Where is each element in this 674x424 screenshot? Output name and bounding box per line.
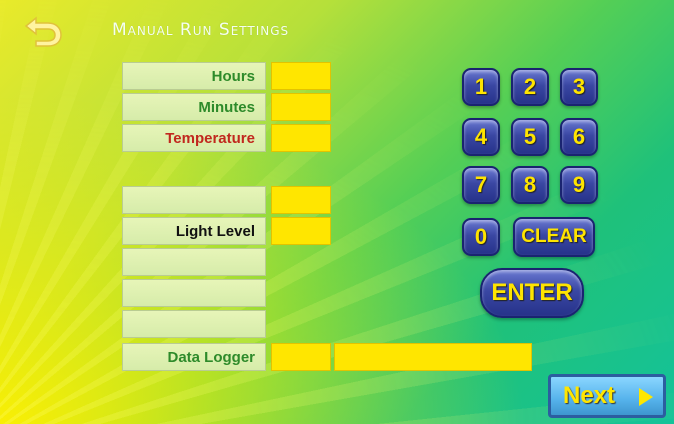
key-8-button[interactable]: 8 <box>511 166 549 204</box>
hours-field[interactable] <box>271 62 331 90</box>
data-logger-detail-field[interactable] <box>334 343 532 371</box>
enter-button[interactable]: ENTER <box>480 268 584 318</box>
temperature-field[interactable] <box>271 124 331 152</box>
key-3-button[interactable]: 3 <box>560 68 598 106</box>
next-label: Next <box>563 382 616 409</box>
temperature-label: Temperature <box>122 124 266 152</box>
page-title: Manual Run Settings <box>112 20 290 40</box>
data-logger-label: Data Logger <box>122 343 266 371</box>
key-9-button[interactable]: 9 <box>560 166 598 204</box>
light-level-field[interactable] <box>271 217 331 245</box>
clear-button[interactable]: CLEAR <box>513 217 595 257</box>
blank-label-row-1 <box>122 186 266 214</box>
hours-label: Hours <box>122 62 266 90</box>
play-arrow-icon <box>639 388 653 406</box>
data-logger-field[interactable] <box>271 343 331 371</box>
key-7-button[interactable]: 7 <box>462 166 500 204</box>
manual-run-settings-screen: Manual Run Settings Hours Minutes Temper… <box>0 0 674 424</box>
minutes-label: Minutes <box>122 93 266 121</box>
next-button[interactable]: Next <box>548 374 666 418</box>
minutes-field[interactable] <box>271 93 331 121</box>
key-1-button[interactable]: 1 <box>462 68 500 106</box>
key-0-button[interactable]: 0 <box>462 218 500 256</box>
blank-label-row-4 <box>122 310 266 338</box>
blank-label-row-3 <box>122 279 266 307</box>
key-4-button[interactable]: 4 <box>462 118 500 156</box>
blank-label-row-2 <box>122 248 266 276</box>
back-button[interactable] <box>22 14 66 48</box>
extra-value-field[interactable] <box>271 186 331 214</box>
key-2-button[interactable]: 2 <box>511 68 549 106</box>
key-6-button[interactable]: 6 <box>560 118 598 156</box>
key-5-button[interactable]: 5 <box>511 118 549 156</box>
back-arrow-icon <box>24 16 62 47</box>
light-level-label: Light Level <box>122 217 266 245</box>
